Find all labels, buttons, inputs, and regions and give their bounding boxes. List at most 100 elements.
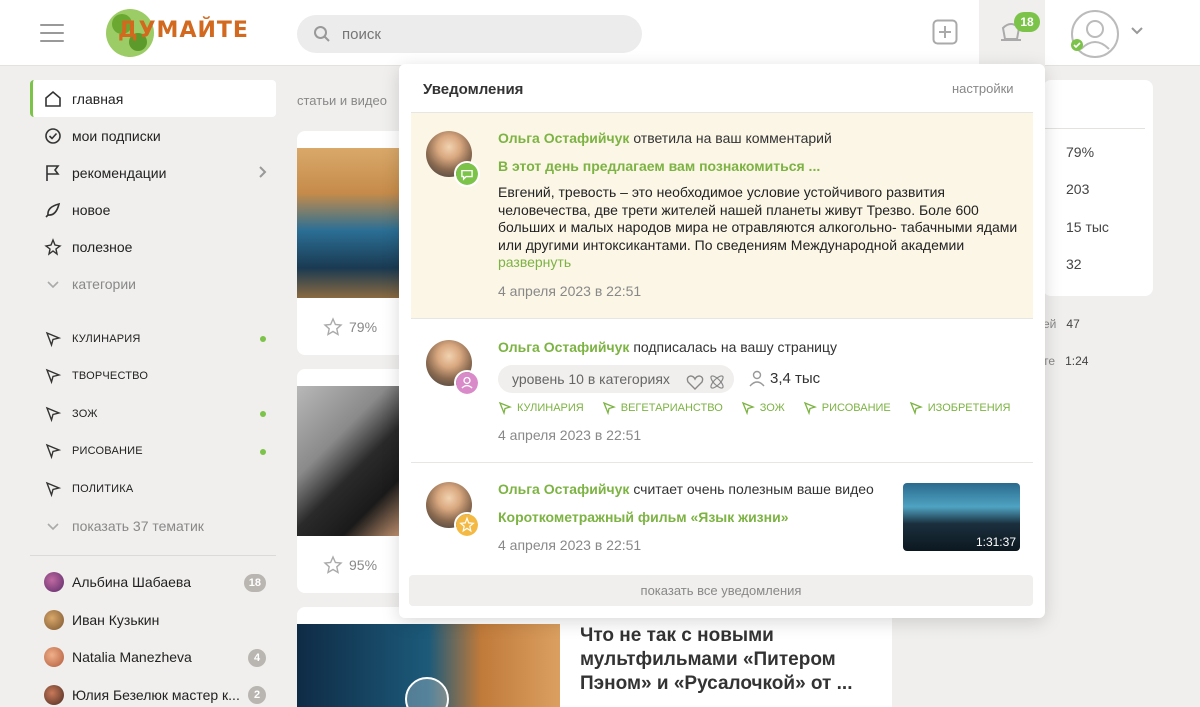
- notification-item[interactable]: Ольга Остафийчук ответила на ваш коммент…: [411, 113, 1033, 318]
- chevron-down-icon[interactable]: [1130, 26, 1144, 36]
- rocket-icon: [45, 202, 61, 218]
- menu-icon[interactable]: [40, 24, 64, 42]
- side-stat-value: 1:24: [1065, 354, 1089, 368]
- category-item-health[interactable]: зож: [30, 395, 276, 433]
- comment-body: Евгений, тревость – это необходимое усло…: [498, 184, 1018, 253]
- top-header: ДУМАЙТЕ 18: [0, 0, 1200, 66]
- notification-item[interactable]: Ольга Остафийчук подписалась на вашу стр…: [411, 319, 1033, 462]
- side-stat: те 1:24: [1043, 354, 1088, 368]
- avatar: [44, 647, 64, 668]
- unread-count-badge: 18: [243, 573, 266, 592]
- avatar: [44, 684, 64, 705]
- feed-card[interactable]: Что не так с новыми мультфильмами «Питер…: [297, 607, 892, 707]
- notification-date: 4 апреля 2023 в 22:51: [498, 537, 642, 553]
- expand-link[interactable]: развернуть: [498, 254, 571, 270]
- card-thumbnail: [297, 386, 407, 536]
- nav-new[interactable]: новое: [30, 191, 276, 228]
- search-input[interactable]: [342, 15, 622, 53]
- category-list: кулинария творчество зож рисование полит…: [30, 320, 276, 545]
- notification-action: ответила на ваш комментарий: [633, 130, 832, 146]
- cursor-arrow-icon: [45, 481, 62, 498]
- cursor-arrow-icon: [498, 401, 512, 415]
- new-content-dot: [260, 448, 266, 455]
- card-rating: 79%: [323, 317, 377, 337]
- feed-filter-label[interactable]: статьи и видео: [297, 93, 387, 108]
- person-icon: [749, 370, 765, 387]
- video-link[interactable]: Короткометражный фильм «Язык жизни»: [498, 509, 789, 525]
- category-chip[interactable]: кулинария: [498, 401, 584, 415]
- side-stat: ей 47: [1043, 317, 1080, 331]
- feed-card[interactable]: 79%: [297, 131, 407, 355]
- nav-subscriptions[interactable]: мои подписки: [30, 117, 276, 154]
- add-post-icon[interactable]: [932, 19, 958, 45]
- search-icon: [314, 26, 330, 42]
- nav-categories-toggle[interactable]: категории: [30, 265, 276, 302]
- nav-useful[interactable]: полезное: [30, 228, 276, 265]
- star-badge-icon: [454, 512, 480, 538]
- nav-recommendations[interactable]: рекомендации: [30, 154, 276, 191]
- card-title[interactable]: Что не так с новыми мультфильмами «Питер…: [580, 624, 860, 696]
- flag-icon: [46, 164, 60, 181]
- notification-text: Ольга Остафийчук ответила на ваш коммент…: [498, 130, 832, 146]
- stat-value: 79%: [1066, 144, 1095, 160]
- rating-value: 79%: [349, 319, 378, 335]
- show-more-topics[interactable]: показать 37 тематик: [30, 508, 276, 545]
- category-label: творчество: [72, 370, 149, 383]
- category-chip[interactable]: изобретения: [909, 401, 1011, 415]
- cursor-arrow-icon: [45, 406, 62, 423]
- stats-panel: 79% 203 15 тыс 32: [1043, 80, 1153, 296]
- side-stat-value: 47: [1066, 317, 1080, 331]
- subscription-user[interactable]: Иван Кузькин: [30, 601, 276, 639]
- nav-label: полезное: [72, 238, 133, 255]
- profile-avatar-icon[interactable]: [1070, 9, 1120, 59]
- category-chip-label: изобретения: [927, 402, 1011, 414]
- subscription-user[interactable]: Natalia Manezheva 4: [30, 639, 276, 677]
- category-item-creativity[interactable]: творчество: [30, 358, 276, 396]
- notification-date: 4 апреля 2023 в 22:51: [498, 427, 642, 443]
- user-name: Юлия Безелюк мастер к...: [72, 686, 240, 703]
- show-all-notifications-button[interactable]: показать все уведомления: [409, 575, 1033, 606]
- followers-count: 3,4 тыс: [748, 369, 820, 387]
- card-thumbnail: [297, 148, 407, 298]
- new-content-dot: [260, 411, 266, 417]
- category-item-cooking[interactable]: кулинария: [30, 320, 276, 358]
- subscription-user[interactable]: Юлия Безелюк мастер к... 2: [30, 676, 276, 707]
- author-link[interactable]: Ольга Остафийчук: [498, 481, 629, 497]
- level-category-icons: [686, 371, 726, 399]
- cursor-arrow-icon: [602, 401, 616, 415]
- category-chip[interactable]: вегетарианство: [602, 401, 723, 415]
- video-duration: 1:31:37: [975, 535, 1016, 549]
- category-item-politics[interactable]: политика: [30, 470, 276, 508]
- category-chips: кулинария вегетарианство зож рисование и…: [498, 401, 1029, 415]
- author-link[interactable]: Ольга Остафийчук: [498, 339, 629, 355]
- search-bar[interactable]: [297, 15, 642, 53]
- stat-value: 32: [1066, 256, 1082, 272]
- category-chip[interactable]: рисование: [803, 401, 891, 415]
- category-chip[interactable]: зож: [741, 401, 785, 415]
- notification-count-badge: 18: [1014, 12, 1040, 32]
- left-sidebar: главная мои подписки рекомендации новое …: [30, 80, 276, 707]
- notifications-dropdown: Уведомления настройки Ольга Остафийчук о…: [399, 64, 1045, 618]
- star-icon[interactable]: [323, 317, 343, 337]
- feed-card[interactable]: 95%: [297, 369, 407, 593]
- notification-item[interactable]: Ольга Остафийчук считает очень полезным …: [411, 463, 1033, 571]
- card-rating: 95%: [323, 555, 377, 575]
- video-thumbnail[interactable]: 1:31:37: [903, 483, 1020, 551]
- notifications-button[interactable]: [979, 0, 1045, 66]
- notification-settings-link[interactable]: настройки: [952, 81, 1014, 96]
- content-link[interactable]: В этот день предлагаем вам познакомиться…: [498, 158, 820, 174]
- category-label: зож: [72, 407, 98, 420]
- chevron-down-icon: [47, 280, 59, 288]
- avatar: [44, 609, 64, 630]
- stat-value: 15 тыс: [1066, 219, 1109, 235]
- user-name: Альбина Шабаева: [72, 574, 191, 591]
- level-text: уровень 10 в категориях: [512, 371, 670, 387]
- nav-home[interactable]: главная: [30, 80, 276, 117]
- notification-action: считает очень полезным ваше видео: [633, 481, 874, 497]
- author-link[interactable]: Ольга Остафийчук: [498, 130, 629, 146]
- subscription-user[interactable]: Альбина Шабаева 18: [30, 564, 276, 602]
- star-icon[interactable]: [323, 555, 343, 575]
- category-item-drawing[interactable]: рисование: [30, 433, 276, 471]
- notification-date: 4 апреля 2023 в 22:51: [498, 283, 642, 299]
- cursor-arrow-icon: [45, 368, 62, 385]
